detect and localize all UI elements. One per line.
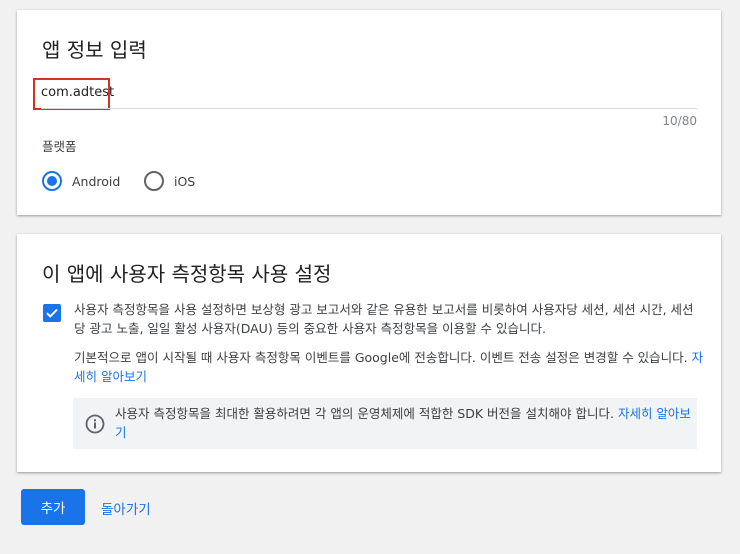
metrics-default-text: 기본적으로 앱이 시작될 때 사용자 측정항목 이벤트를 Google에 전송합… xyxy=(74,350,688,365)
radio-ios-icon[interactable] xyxy=(144,171,164,191)
input-underline xyxy=(41,108,697,109)
radio-android[interactable]: Android xyxy=(42,170,120,192)
checkmark-icon xyxy=(46,308,58,318)
radio-android-label: Android xyxy=(72,173,121,189)
metrics-default-note: 기본적으로 앱이 시작될 때 사용자 측정항목 이벤트를 Google에 전송합… xyxy=(74,348,704,386)
radio-ios-label: iOS xyxy=(174,173,196,189)
sdk-info-message: 사용자 측정항목을 최대한 활용하려면 각 앱의 운영체제에 적합한 SDK 버… xyxy=(115,406,614,421)
character-counter: 10/80 xyxy=(662,114,697,128)
sdk-info-box: 사용자 측정항목을 최대한 활용하려면 각 앱의 운영체제에 적합한 SDK 버… xyxy=(73,398,697,449)
user-metrics-checkbox[interactable] xyxy=(43,304,61,322)
platform-label: 플랫폼 xyxy=(42,139,77,154)
add-button[interactable]: 추가 xyxy=(21,489,85,525)
sdk-info-text: 사용자 측정항목을 최대한 활용하려면 각 앱의 운영체제에 적합한 SDK 버… xyxy=(115,404,691,442)
highlight-annotation-box xyxy=(33,78,110,110)
back-button[interactable]: 돌아가기 xyxy=(101,498,151,518)
metrics-description: 사용자 측정항목을 사용 설정하면 보상형 광고 보고서와 같은 유용한 보고서… xyxy=(74,302,694,336)
app-info-title: 앱 정보 입력 xyxy=(42,38,147,62)
user-metrics-card: 이 앱에 사용자 측정항목 사용 설정 사용자 측정항목을 사용 설정하면 보상… xyxy=(17,234,721,472)
app-info-card: 앱 정보 입력 com.adtest 10/80 플랫폼 Android iOS xyxy=(17,10,721,215)
info-icon xyxy=(85,414,105,434)
user-metrics-title: 이 앱에 사용자 측정항목 사용 설정 xyxy=(42,262,332,286)
radio-android-icon[interactable] xyxy=(42,171,62,191)
radio-ios[interactable]: iOS xyxy=(144,170,195,192)
